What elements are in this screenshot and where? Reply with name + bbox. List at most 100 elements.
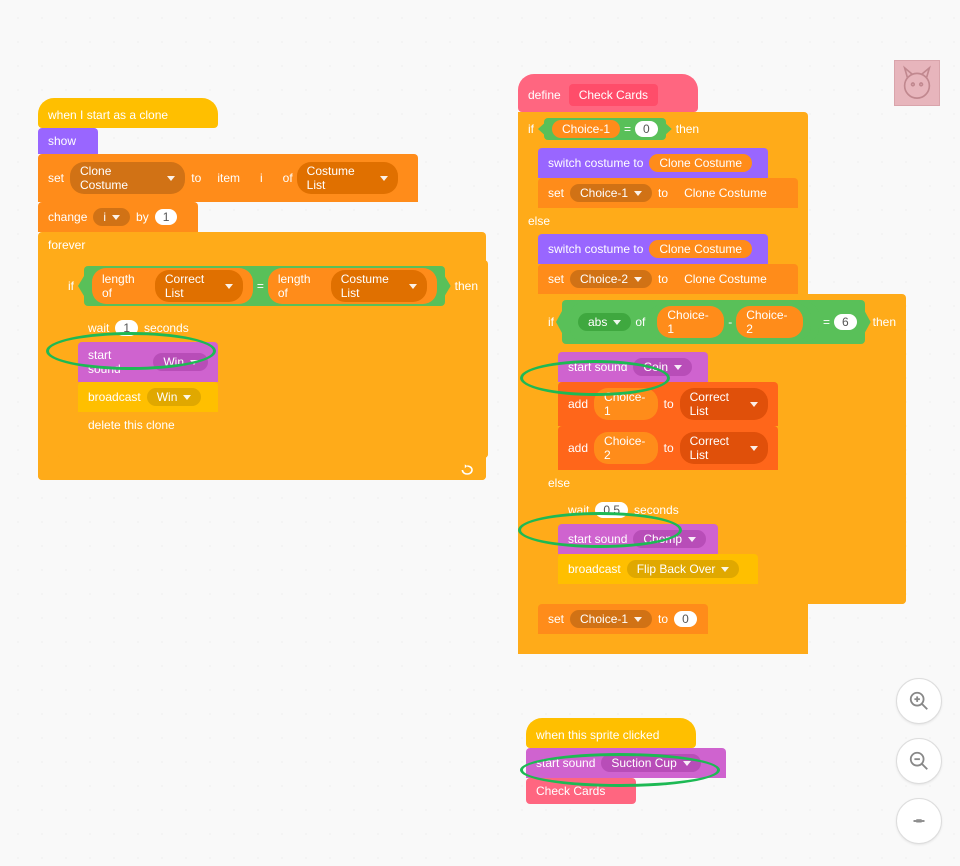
block-set-choice1-zero[interactable]: set Choice-1 to 0 — [538, 604, 708, 634]
zoom-in-button[interactable] — [896, 678, 942, 724]
chevron-down-icon — [634, 191, 642, 196]
zoom-out-button[interactable] — [896, 738, 942, 784]
dropdown-correct-list[interactable]: Correct List — [680, 432, 768, 464]
chevron-down-icon — [183, 395, 191, 400]
dropdown-sound-chomp[interactable]: Chomp — [633, 530, 706, 548]
dropdown-choice2[interactable]: Choice-2 — [570, 270, 652, 288]
op-equals-outer[interactable]: abs of Choice-1 - Choice-2 = 6 — [562, 300, 865, 344]
chevron-down-icon — [750, 402, 758, 407]
dropdown-costume-list[interactable]: Costume List — [331, 270, 427, 302]
var-choice2[interactable]: Choice-2 — [736, 306, 803, 338]
hat-when-start-as-clone[interactable]: when I start as a clone — [38, 98, 218, 128]
chevron-down-icon — [380, 176, 388, 181]
dropdown-msg-win[interactable]: Win — [147, 388, 202, 406]
dropdown-msg-flip[interactable]: Flip Back Over — [627, 560, 740, 578]
scratch-workspace[interactable]: = when I start as a clone show set Clone… — [0, 0, 960, 866]
else-branch: else — [518, 210, 808, 232]
chevron-down-icon — [634, 617, 642, 622]
dropdown-sound-suction[interactable]: Suction Cup — [601, 754, 700, 772]
block-set-choice2-cc[interactable]: set Choice-2 to Clone Costume — [538, 264, 798, 294]
block-broadcast-flip[interactable]: broadcastFlip Back Over — [558, 554, 758, 584]
dropdown-choice1[interactable]: Choice-1 — [570, 184, 652, 202]
hat-label: define — [528, 88, 561, 102]
block-label: forever — [48, 238, 85, 252]
block-if-lengths-equal[interactable]: if length of Correct List = length of Co… — [58, 260, 488, 458]
script-when-sprite-clicked[interactable]: when this sprite clicked start soundSuct… — [526, 718, 736, 804]
chevron-down-icon — [721, 567, 729, 572]
block-if-choice1-zero[interactable]: if Choice-1 = 0 then switch costume toCl… — [518, 112, 808, 654]
op-equals[interactable]: Choice-1 = 0 — [544, 118, 666, 140]
chevron-down-icon — [688, 537, 696, 542]
script-define-check-cards[interactable]: define Check Cards if Choice-1 = 0 then … — [518, 74, 918, 654]
dropdown-abs[interactable]: abs — [578, 313, 631, 331]
block-start-sound-suction[interactable]: start soundSuction Cup — [526, 748, 726, 778]
block-broadcast-win[interactable]: broadcastWin — [78, 382, 218, 412]
num-input[interactable]: 0.5 — [595, 502, 628, 518]
block-switch-costume-2[interactable]: switch costume toClone Costume — [538, 234, 768, 264]
reporter-length-correct[interactable]: length of Correct List — [92, 268, 253, 304]
block-change-i[interactable]: change i by 1 — [38, 202, 198, 232]
var-clone-costume[interactable]: Clone Costume — [649, 240, 752, 258]
num-input[interactable]: 0 — [635, 121, 658, 137]
script-when-clone-start[interactable]: when I start as a clone show set Clone C… — [38, 98, 486, 480]
num-input[interactable]: 1 — [115, 320, 138, 336]
dropdown-sound-win[interactable]: Win — [153, 353, 208, 371]
custom-block-name: Check Cards — [569, 84, 658, 106]
op-abs-of[interactable]: abs of Choice-1 - Choice-2 — [570, 302, 819, 342]
reporter-item-of-list[interactable]: item i of Costume List — [207, 160, 408, 196]
block-label: set — [48, 171, 64, 185]
else-branch: else — [538, 472, 906, 494]
dropdown-sound-coin[interactable]: Coin — [633, 358, 692, 376]
op-minus[interactable]: Choice-1 - Choice-2 — [649, 304, 811, 340]
hat-define[interactable]: define Check Cards — [518, 74, 698, 112]
zoom-controls: = — [896, 678, 942, 844]
block-call-check-cards[interactable]: Check Cards — [526, 778, 636, 804]
reporter-length-costume[interactable]: length of Costume List — [268, 268, 437, 304]
var-choice1[interactable]: Choice-1 — [552, 120, 620, 138]
block-add-choice2-correct[interactable]: addChoice-2toCorrect List — [558, 426, 778, 470]
block-delete-clone[interactable]: delete this clone — [78, 412, 208, 438]
var-clone-costume[interactable]: Clone Costume — [649, 154, 752, 172]
var-clone-costume[interactable]: Clone Costume — [674, 270, 777, 288]
chevron-down-icon — [112, 215, 120, 220]
block-start-sound-coin[interactable]: start soundCoin — [558, 352, 708, 382]
chevron-down-icon — [750, 446, 758, 451]
block-add-choice1-correct[interactable]: addChoice-1toCorrect List — [558, 382, 778, 426]
chevron-down-icon — [409, 284, 417, 289]
block-set-clone-costume[interactable]: set Clone Costume to item i of Costume L… — [38, 154, 418, 202]
block-set-choice1-cc[interactable]: set Choice-1 to Clone Costume — [538, 178, 798, 208]
dropdown-i[interactable]: i — [93, 208, 130, 226]
block-show[interactable]: show — [38, 128, 98, 154]
dropdown-choice1[interactable]: Choice-1 — [570, 610, 652, 628]
dropdown-correct-list[interactable]: Correct List — [155, 270, 243, 302]
block-forever[interactable]: forever if length of Correct List = leng… — [38, 232, 486, 480]
var-clone-costume[interactable]: Clone Costume — [674, 184, 777, 202]
chevron-down-icon — [674, 365, 682, 370]
block-label: show — [48, 134, 76, 148]
dropdown-clone-costume[interactable]: Clone Costume — [70, 162, 185, 194]
zoom-reset-button[interactable]: = — [896, 798, 942, 844]
block-wait-half[interactable]: wait0.5seconds — [558, 496, 698, 524]
block-switch-costume-1[interactable]: switch costume toClone Costume — [538, 148, 768, 178]
hat-label: when I start as a clone — [48, 108, 168, 122]
svg-text:=: = — [916, 816, 922, 828]
num-input[interactable]: 0 — [674, 611, 697, 627]
block-start-sound-chomp[interactable]: start soundChomp — [558, 524, 718, 554]
dropdown-correct-list[interactable]: Correct List — [680, 388, 768, 420]
var-i[interactable]: i — [244, 169, 279, 187]
dropdown-costume-list[interactable]: Costume List — [297, 162, 398, 194]
block-if-abs-diff[interactable]: if abs of Choice-1 - Choice-2 — [538, 294, 906, 604]
block-start-sound-win[interactable]: start soundWin — [78, 342, 218, 382]
var-choice2[interactable]: Choice-2 — [594, 432, 658, 464]
num-input[interactable]: 6 — [834, 314, 857, 330]
var-choice1[interactable]: Choice-1 — [657, 306, 724, 338]
zoom-out-icon — [908, 750, 930, 772]
chevron-down-icon — [167, 176, 175, 181]
block-wait-1[interactable]: wait1seconds — [78, 314, 218, 342]
var-choice1[interactable]: Choice-1 — [594, 388, 658, 420]
hat-when-sprite-clicked[interactable]: when this sprite clicked — [526, 718, 696, 748]
num-input[interactable]: 1 — [155, 209, 178, 225]
op-equals[interactable]: length of Correct List = length of Costu… — [84, 266, 445, 306]
hat-label: when this sprite clicked — [536, 728, 659, 742]
zoom-in-icon — [908, 690, 930, 712]
